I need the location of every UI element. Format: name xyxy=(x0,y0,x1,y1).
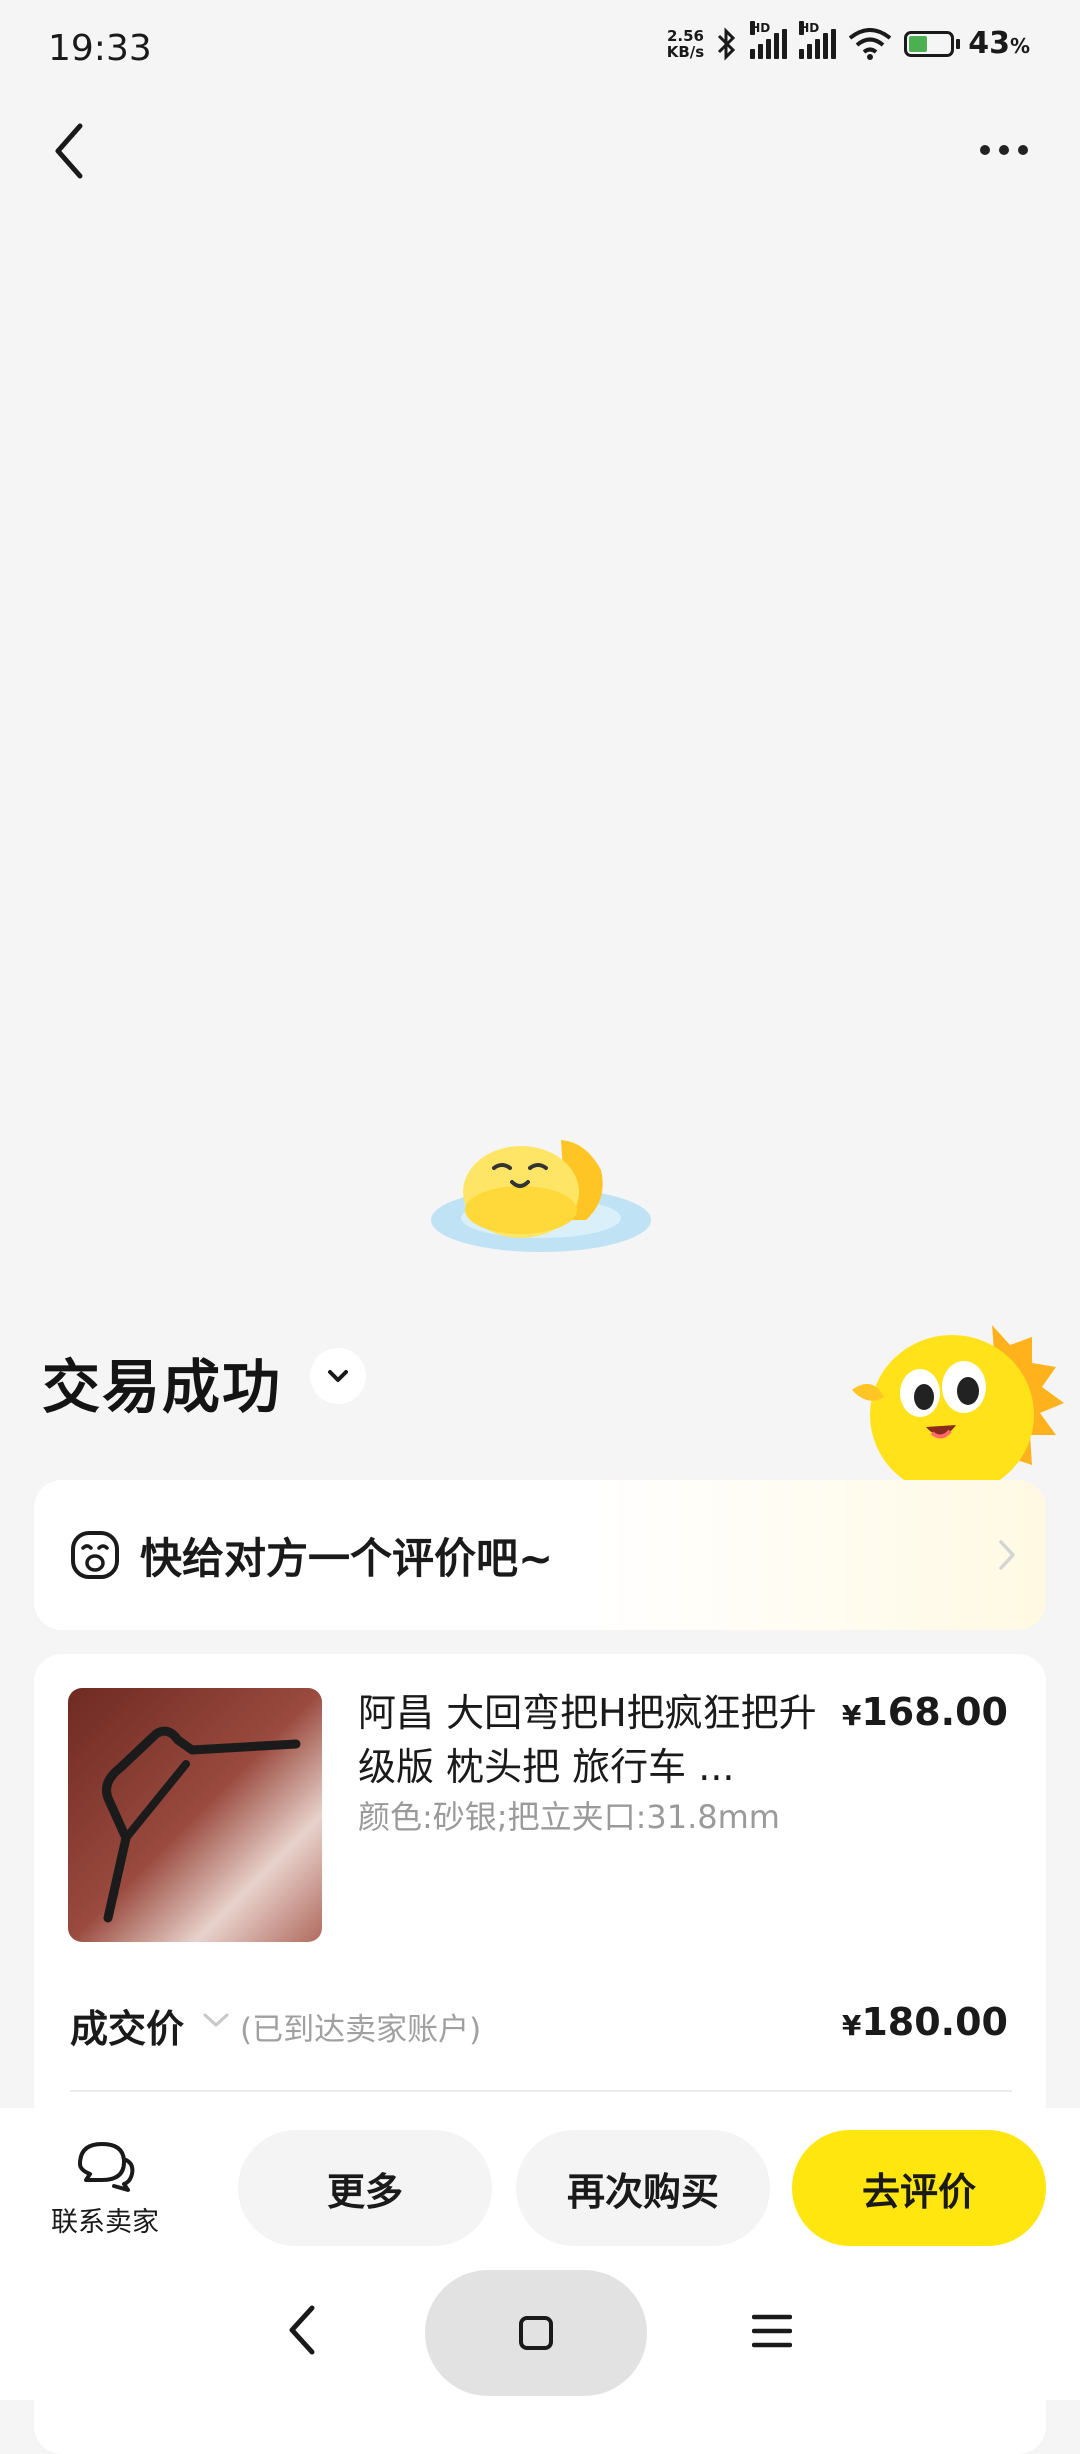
more-options-button[interactable] xyxy=(964,120,1044,180)
deal-price-label: 成交价 xyxy=(70,2007,185,2051)
system-home-button[interactable] xyxy=(425,2270,647,2396)
product-title[interactable]: 阿昌 大回弯把H把疯狂把升级版 枕头把 旅行车 ... xyxy=(358,1686,818,1794)
system-menu-icon[interactable] xyxy=(752,2313,792,2349)
chevron-down-icon[interactable] xyxy=(202,2012,230,2028)
mascot-corner-illustration xyxy=(852,1325,1064,1485)
status-icons: 2.56 KB/s HD HD 43% xyxy=(666,20,1030,61)
divider xyxy=(70,2090,1012,2092)
home-square-icon xyxy=(519,2316,553,2350)
wifi-icon xyxy=(848,27,892,60)
order-status-title: 交易成功 xyxy=(42,1353,283,1421)
chat-bubbles-icon xyxy=(78,2142,135,2192)
chevron-right-icon xyxy=(999,1540,1015,1570)
write-review-button[interactable]: 去评价 xyxy=(792,2130,1046,2246)
back-arrow-icon xyxy=(55,123,83,179)
mascot-pond-illustration xyxy=(431,1140,651,1252)
network-speed: 2.56 KB/s xyxy=(666,26,705,61)
contact-seller-button[interactable]: 联系卖家 xyxy=(30,2138,180,2248)
back-button[interactable] xyxy=(44,116,94,186)
system-back-icon[interactable] xyxy=(280,2300,324,2360)
product-spec: 颜色:砂银;把立夹口:31.8mm xyxy=(358,1798,780,1836)
review-prompt-text: 快给对方一个评价吧~ xyxy=(140,1533,554,1583)
bluetooth-icon xyxy=(718,26,736,61)
signal-icon: HD xyxy=(750,20,788,59)
deal-price-value: ¥180.00 xyxy=(841,2000,1008,2044)
battery-icon: 43% xyxy=(904,26,1030,61)
product-price: ¥168.00 xyxy=(841,1690,1008,1734)
status-time: 19:33 xyxy=(48,28,152,69)
contact-seller-label: 联系卖家 xyxy=(51,2207,159,2238)
status-expand-button[interactable] xyxy=(310,1348,366,1404)
product-image[interactable] xyxy=(68,1688,322,1942)
more-dots-icon xyxy=(980,145,990,155)
deal-price-note: (已到达卖家账户) xyxy=(240,2012,482,2048)
smiley-icon xyxy=(71,1531,119,1579)
more-button[interactable]: 更多 xyxy=(238,2130,492,2246)
buy-again-button[interactable]: 再次购买 xyxy=(516,2130,770,2246)
chevron-down-icon xyxy=(328,1370,348,1382)
review-prompt-banner[interactable]: 快给对方一个评价吧~ xyxy=(34,1480,1046,1630)
signal-icon-2: HD xyxy=(799,20,837,59)
